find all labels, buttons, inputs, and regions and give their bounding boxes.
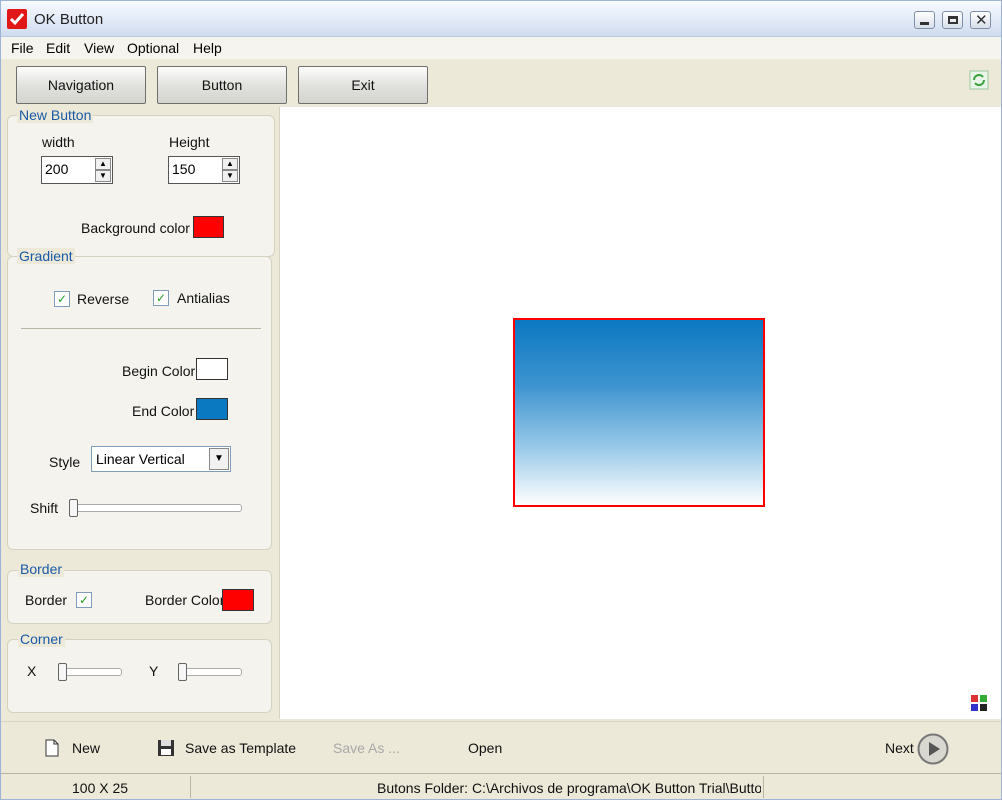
properties-panel: New Button width 200 ▲ ▼ Height 150 ▲ ▼ … [3, 107, 279, 719]
next-label[interactable]: Next [885, 740, 914, 756]
background-color-label: Background color [81, 220, 190, 236]
height-stepper-arrows[interactable]: ▲ ▼ [222, 158, 238, 182]
chevron-down-icon[interactable]: ▼ [209, 448, 229, 470]
corner-y-label: Y [149, 663, 159, 679]
save-as-template-button[interactable]: Save as Template [185, 740, 296, 756]
preview-button [513, 318, 765, 507]
play-next-icon[interactable] [917, 733, 949, 765]
maximize-icon [948, 16, 958, 24]
antialias-label: Antialias [177, 290, 230, 306]
corner-x-slider-track[interactable] [58, 668, 122, 676]
corner-group-title: Corner [18, 631, 65, 647]
reverse-label: Reverse [77, 291, 130, 307]
shift-slider-thumb[interactable] [69, 499, 78, 517]
navigation-button[interactable]: Navigation [16, 66, 146, 104]
border-color-label: Border Color [145, 592, 225, 608]
chevron-up-icon[interactable]: ▲ [95, 158, 111, 170]
bottom-bar: New Save as Template Save As ... Open Ne… [1, 721, 1001, 773]
begin-color-swatch[interactable] [196, 358, 228, 380]
width-label: width [42, 134, 75, 150]
height-value: 150 [172, 161, 196, 177]
border-color-swatch[interactable] [222, 589, 254, 611]
save-as-button[interactable]: Save As ... [333, 740, 400, 756]
background-color-swatch[interactable] [193, 216, 224, 238]
width-stepper[interactable]: 200 ▲ ▼ [41, 156, 113, 184]
menu-edit[interactable]: Edit [46, 40, 70, 56]
status-size: 100 X 25 [72, 780, 129, 796]
corner-x-slider-thumb[interactable] [58, 663, 67, 681]
close-button[interactable]: ✕ [970, 11, 991, 29]
refresh-icon[interactable] [969, 70, 989, 90]
status-divider [190, 776, 191, 798]
palette-grid-icon[interactable] [971, 695, 987, 711]
border-checkbox[interactable]: ✓ [76, 592, 92, 608]
title-bar: OK Button ✕ [1, 1, 1001, 37]
begin-color-label: Begin Color [122, 363, 196, 379]
corner-x-label: X [27, 663, 37, 679]
antialias-checkbox[interactable]: ✓ [153, 290, 169, 306]
status-bar: 100 X 25 Butons Folder: C:\Archivos de p… [1, 773, 1001, 799]
menu-view[interactable]: View [84, 40, 114, 56]
maximize-button[interactable] [942, 11, 963, 29]
menu-file[interactable]: File [11, 40, 34, 56]
reverse-checkbox[interactable]: ✓ [54, 291, 70, 307]
button-button[interactable]: Button [157, 66, 287, 104]
app-window: OK Button ✕ File Edit View Optional Help… [0, 0, 1002, 800]
menu-bar: File Edit View Optional Help [1, 37, 1001, 59]
window-title: OK Button [34, 11, 104, 28]
minimize-button[interactable] [914, 11, 935, 29]
height-label: Height [169, 134, 210, 150]
menu-optional[interactable]: Optional [127, 40, 179, 56]
end-color-swatch[interactable] [196, 398, 228, 420]
gradient-divider [21, 328, 261, 329]
new-button[interactable]: New [72, 740, 100, 756]
new-button-group-title: New Button [17, 107, 94, 123]
new-document-icon[interactable] [45, 739, 59, 757]
corner-group [7, 639, 272, 713]
chevron-down-icon[interactable]: ▼ [95, 170, 111, 182]
style-select[interactable]: Linear Vertical ▼ [91, 446, 231, 472]
chevron-up-icon[interactable]: ▲ [222, 158, 238, 170]
corner-y-slider-track[interactable] [178, 668, 242, 676]
minimize-icon [920, 22, 929, 25]
close-icon: ✕ [975, 12, 988, 29]
border-group-title: Border [18, 561, 65, 577]
preview-canvas [279, 107, 1001, 719]
open-button[interactable]: Open [468, 740, 502, 756]
width-stepper-arrows[interactable]: ▲ ▼ [95, 158, 111, 182]
style-value: Linear Vertical [96, 451, 185, 467]
height-stepper[interactable]: 150 ▲ ▼ [168, 156, 240, 184]
shift-label: Shift [30, 500, 59, 516]
toolbar: Navigation Button Exit [1, 59, 1001, 107]
exit-button[interactable]: Exit [298, 66, 428, 104]
shift-slider-track[interactable] [71, 504, 242, 512]
style-label: Style [49, 454, 81, 470]
floppy-disk-icon[interactable] [157, 739, 175, 757]
status-folder: Butons Folder: C:\Archivos de programa\O… [377, 780, 761, 796]
gradient-group-title: Gradient [17, 248, 75, 264]
corner-y-slider-thumb[interactable] [178, 663, 187, 681]
border-label: Border [25, 592, 68, 608]
chevron-down-icon[interactable]: ▼ [222, 170, 238, 182]
width-value: 200 [45, 161, 69, 177]
menu-help[interactable]: Help [193, 40, 222, 56]
status-divider [763, 776, 764, 798]
checkmark-app-icon [7, 9, 27, 29]
end-color-label: End Color [132, 403, 195, 419]
